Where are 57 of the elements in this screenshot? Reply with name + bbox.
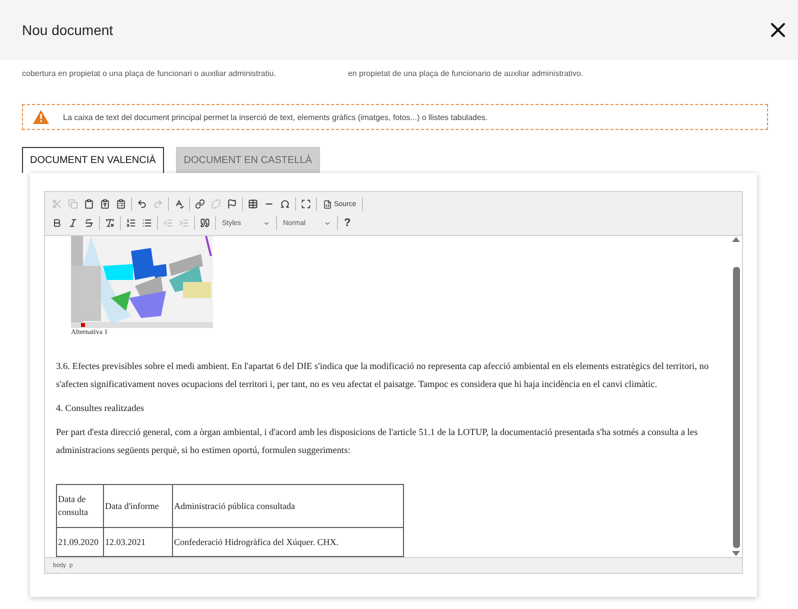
omega-icon bbox=[280, 199, 290, 209]
link-button[interactable] bbox=[194, 198, 206, 210]
table-header-cell: Administració pública consultada bbox=[172, 484, 404, 528]
numbered-list-icon bbox=[126, 218, 136, 228]
bold-icon bbox=[52, 218, 62, 228]
italic-button[interactable] bbox=[67, 217, 79, 229]
numbered-list-button[interactable] bbox=[125, 217, 137, 229]
paste-button[interactable] bbox=[83, 198, 95, 210]
paste-icon bbox=[84, 199, 94, 209]
paste-text-button[interactable] bbox=[99, 198, 111, 210]
unlink-icon bbox=[211, 199, 221, 209]
caret-icon bbox=[263, 220, 270, 226]
maximize-icon bbox=[301, 199, 311, 209]
scrollbar[interactable] bbox=[730, 236, 742, 557]
language-tab[interactable]: DOCUMENT EN VALENCIÀ bbox=[22, 147, 164, 173]
table-header-cell: Data d'informe bbox=[104, 484, 172, 528]
quote-button[interactable] bbox=[199, 217, 211, 229]
undo-icon bbox=[137, 199, 147, 209]
undo-button[interactable] bbox=[136, 198, 148, 210]
quote-icon bbox=[200, 218, 210, 228]
notice-text: La caixa de text del document principal permet la inserció de text, elements gràfics (imatges, fotos...) o llistes tabulades. bbox=[63, 112, 488, 122]
table-button[interactable] bbox=[247, 198, 259, 210]
paste-text-icon bbox=[100, 199, 110, 209]
strikethrough-button[interactable] bbox=[83, 217, 95, 229]
redo-icon bbox=[153, 199, 163, 209]
spellcheck-icon bbox=[174, 199, 184, 209]
indent-icon bbox=[179, 218, 189, 228]
warning-icon bbox=[33, 110, 49, 124]
omega-button[interactable] bbox=[279, 198, 291, 210]
strikethrough-icon bbox=[84, 218, 94, 228]
spellcheck-button[interactable] bbox=[173, 198, 185, 210]
bulleted-list-icon bbox=[142, 218, 152, 228]
background-text: cobertura en propietat o una plaça de funcionari o auxiliar administratiu. bbox=[22, 69, 276, 78]
paragraph: 4. Consultes realitzades bbox=[56, 403, 146, 416]
cut-icon bbox=[52, 199, 62, 209]
table-icon bbox=[248, 199, 258, 209]
paragraph: 3.6. Efectes previsibles sobre el medi ambient. En l'apartat 6 del DIE s'indica que la modificació no representa cap afecció ambiental en els elements estratègics del territori, no s'afecten significativament noves ocupacions del territori i, per tant, no es veu afectat el paisatge. Tampoc es considera que hi haja incidència en el canvi climàtic. bbox=[56, 361, 710, 392]
maximize-button[interactable] bbox=[300, 198, 312, 210]
bold-button[interactable] bbox=[51, 217, 63, 229]
remove-format-icon bbox=[105, 218, 115, 228]
flag-icon bbox=[227, 199, 237, 209]
help-button[interactable]: ? bbox=[342, 217, 353, 229]
italic-icon bbox=[68, 218, 78, 228]
outdent-icon bbox=[163, 218, 173, 228]
link-icon bbox=[195, 199, 205, 209]
paste-word-icon bbox=[116, 199, 126, 209]
remove-format-button[interactable] bbox=[104, 217, 116, 229]
caret-icon bbox=[324, 220, 331, 226]
paragraph: Per part d'esta direcció general, com a òrgan ambiental, i d'acord amb les disposicions de l'article 51.1 de la LOTUP, la documentació presentada s'ha sotmés a consulta a les administracions següents perquè, si ho estimen oportú, formulen suggeriments: bbox=[56, 427, 699, 458]
table-header-cell: Data de consulta bbox=[56, 484, 104, 528]
dialog-title: Nou document bbox=[22, 22, 114, 38]
document-code-icon bbox=[323, 200, 332, 208]
copy-icon bbox=[68, 199, 78, 209]
paste-word-button[interactable] bbox=[115, 198, 127, 210]
language-tab[interactable]: DOCUMENT EN CASTELLÀ bbox=[176, 147, 320, 173]
flag-button[interactable] bbox=[226, 198, 238, 210]
background-text: en propietat de una plaça de funcionario de auxiliar administrativo. bbox=[348, 69, 584, 78]
